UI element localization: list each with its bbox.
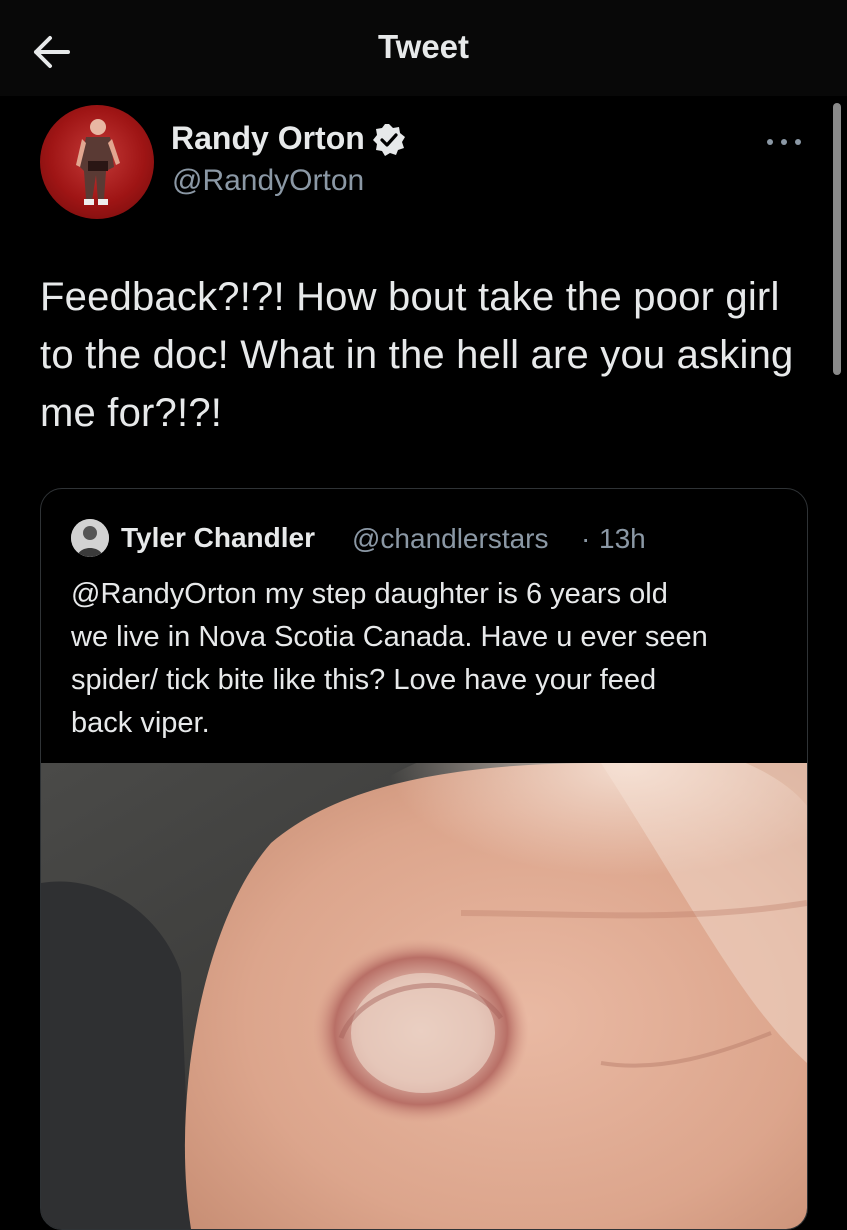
quoted-text-line: we live in Nova Scotia Canada. Have u ev… (71, 621, 708, 653)
quoted-text-line: spider/ tick bite like this? Love have y… (71, 664, 657, 696)
author-name[interactable]: Randy Orton (171, 120, 365, 157)
top-bar: Tweet (0, 0, 847, 96)
page-title: Tweet (377, 28, 470, 65)
quoted-tweet-text: @RandyOrton my step daughter is 6 years … (71, 573, 791, 745)
quoted-author-name[interactable]: Tyler Chandler (121, 522, 315, 554)
quoted-tweet-card[interactable]: Tyler Chandler @chandlerstars · 13h @Ran… (40, 488, 808, 1230)
quoted-avatar[interactable] (71, 519, 109, 557)
wrestler-figure-icon (76, 119, 120, 205)
meta-separator: · (581, 523, 591, 554)
person-photo-icon (71, 519, 109, 557)
attached-photo[interactable] (41, 763, 807, 1229)
verified-badge-icon (373, 124, 405, 156)
avatar[interactable] (40, 105, 154, 219)
quoted-author-handle[interactable]: @chandlerstars (352, 523, 549, 555)
quoted-text-line: @RandyOrton my step daughter is 6 years … (71, 578, 668, 610)
more-dots-icon[interactable] (762, 130, 806, 154)
quoted-text-line: back viper. (71, 707, 210, 739)
author-handle[interactable]: @RandyOrton (172, 164, 364, 198)
tweet-text: Feedback?!?! How bout take the poor girl… (40, 275, 794, 435)
quoted-timestamp[interactable]: 13h (599, 523, 646, 555)
scrollbar[interactable] (833, 103, 841, 375)
